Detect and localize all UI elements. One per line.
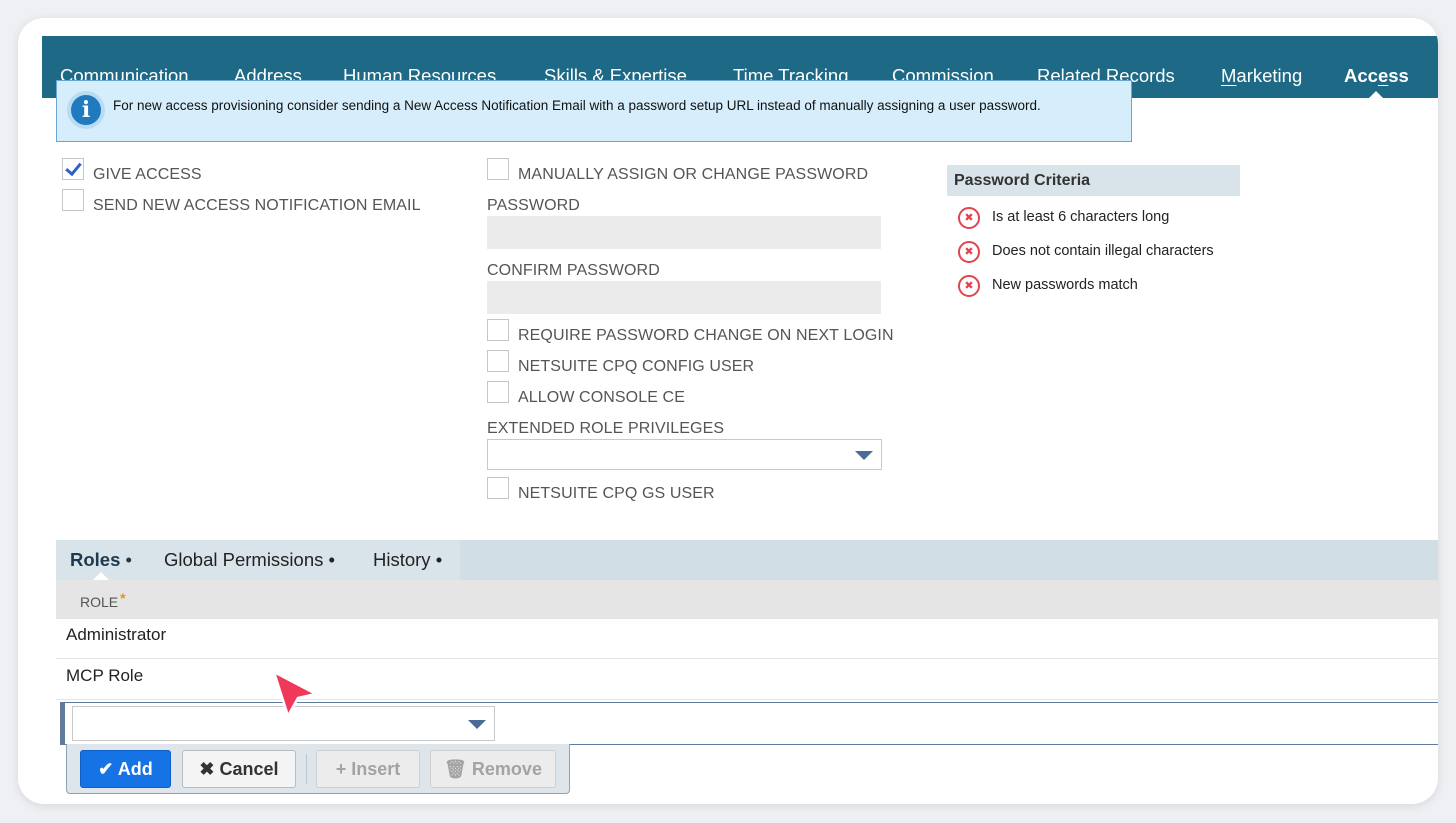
roles-tab-bar-filler — [460, 540, 1438, 580]
roles-tab-bar: Roles • Global Permissions • History • — [56, 540, 1438, 581]
manually-assign-checkbox[interactable] — [487, 158, 509, 180]
role-cell: MCP Role — [66, 666, 144, 685]
fail-x-icon — [958, 207, 980, 229]
subtab-marketing[interactable]: Marketing — [1221, 36, 1302, 98]
cpq-config-user-checkbox[interactable] — [487, 350, 509, 372]
chevron-down-icon — [855, 450, 873, 460]
info-banner: i For new access provisioning consider s… — [56, 80, 1132, 142]
criteria-text: New passwords match — [992, 277, 1138, 293]
button-divider — [306, 754, 307, 784]
table-row[interactable]: Administrator — [56, 619, 1438, 659]
give-access-label: GIVE ACCESS — [93, 166, 202, 183]
table-row[interactable]: MCP Role — [56, 660, 1438, 700]
cpq-gs-user-checkbox[interactable] — [487, 477, 509, 499]
require-change-label: REQUIRE PASSWORD CHANGE ON NEXT LOGIN — [518, 327, 894, 344]
password-field[interactable] — [487, 216, 881, 249]
allow-console-checkbox[interactable] — [487, 381, 509, 403]
row-button-panel: ✔ Add ✖ Cancel + Insert 🗑 Remove — [66, 744, 570, 794]
send-notification-checkbox[interactable] — [62, 189, 84, 211]
insert-button[interactable]: + Insert — [316, 750, 420, 788]
extended-role-select[interactable] — [487, 439, 882, 470]
manually-assign-label: MANUALLY ASSIGN OR CHANGE PASSWORD — [518, 166, 869, 183]
password-label: PASSWORD — [487, 197, 580, 214]
password-criteria-title: Password Criteria — [947, 165, 1240, 196]
tab-global-permissions[interactable]: Global Permissions • — [164, 540, 335, 580]
allow-console-label: ALLOW CONSOLE CE — [518, 389, 685, 406]
check-icon: ✔ — [98, 759, 114, 779]
confirm-password-field[interactable] — [487, 281, 881, 314]
required-mark: * — [120, 590, 126, 606]
info-icon: i — [67, 91, 105, 129]
role-column-header: ROLE * — [56, 580, 1438, 619]
role-cell: Administrator — [66, 625, 167, 644]
send-notification-label: SEND NEW ACCESS NOTIFICATION EMAIL — [93, 197, 421, 214]
confirm-password-label: CONFIRM PASSWORD — [487, 262, 660, 279]
criteria-text: Does not contain illegal characters — [992, 243, 1214, 259]
close-icon: ✖ — [199, 759, 215, 779]
chevron-down-icon — [468, 719, 486, 729]
fail-x-icon — [958, 275, 980, 297]
cancel-button[interactable]: ✖ Cancel — [182, 750, 296, 788]
mouse-pointer-icon — [272, 670, 318, 718]
subtab-access[interactable]: Access — [1344, 36, 1409, 98]
extended-role-label: EXTENDED ROLE PRIVILEGES — [487, 420, 725, 437]
criteria-text: Is at least 6 characters long — [992, 209, 1170, 225]
trash-icon: 🗑 — [444, 759, 467, 779]
tab-history[interactable]: History • — [373, 540, 442, 580]
remove-button[interactable]: 🗑 Remove — [430, 750, 556, 788]
banner-text: For new access provisioning consider sen… — [113, 98, 1041, 113]
cpq-config-user-label: NETSUITE CPQ CONFIG USER — [518, 358, 755, 375]
edit-row-indicator — [60, 702, 65, 745]
cpq-gs-user-label: NETSUITE CPQ GS USER — [518, 485, 715, 502]
give-access-checkbox[interactable] — [62, 158, 84, 180]
tab-roles[interactable]: Roles • — [70, 540, 132, 581]
record-page: Communication Address Human Resources Sk… — [18, 18, 1438, 804]
plus-icon: + — [335, 759, 347, 779]
add-button[interactable]: ✔ Add — [80, 750, 171, 788]
role-header-label: ROLE * — [80, 590, 126, 610]
require-change-checkbox[interactable] — [487, 319, 509, 341]
fail-x-icon — [958, 241, 980, 263]
